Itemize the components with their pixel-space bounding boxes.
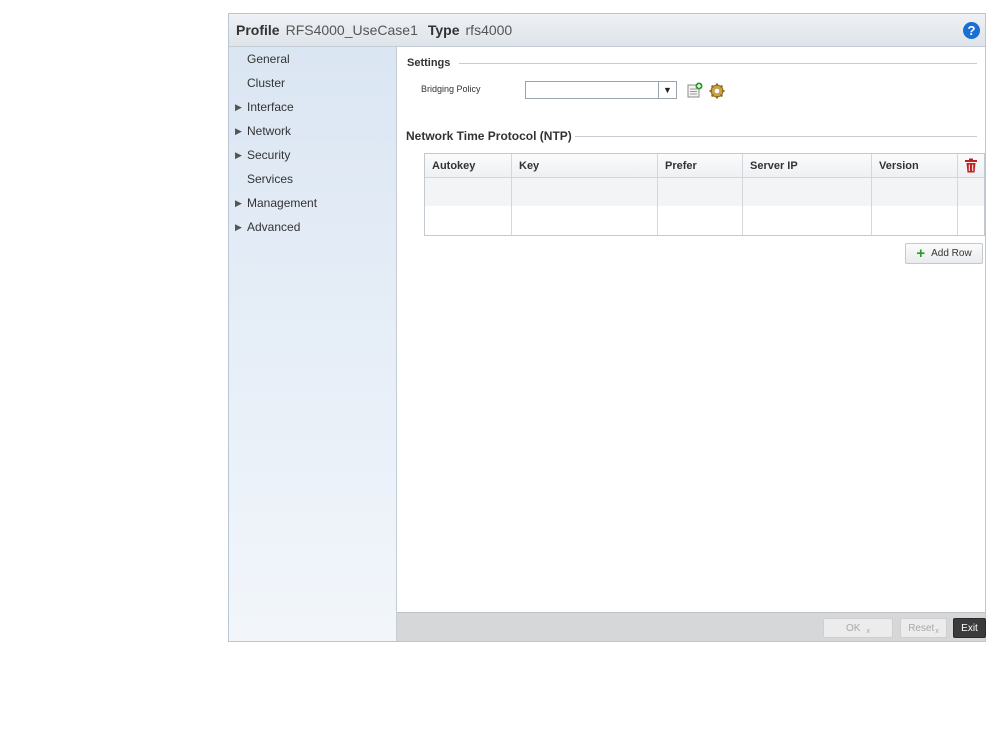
column-header-autokey[interactable]: Autokey <box>425 154 512 178</box>
sidebar-item-general[interactable]: General <box>229 47 396 71</box>
sidebar-item-label: Network <box>247 124 292 138</box>
settings-title: Settings <box>407 57 451 69</box>
ntp-table: Autokey Key Prefer Server IP Version <box>424 153 985 236</box>
ok-close-mark: x <box>866 627 870 635</box>
expand-arrow-icon[interactable]: ▶ <box>235 150 247 161</box>
create-policy-icon[interactable] <box>687 82 703 98</box>
sidebar-item-label: Services <box>247 172 294 186</box>
table-row <box>425 206 984 234</box>
bridging-policy-label: Bridging Policy <box>421 84 481 94</box>
sidebar: General Cluster ▶ Interface ▶ Network ▶ … <box>229 47 397 641</box>
sidebar-item-network[interactable]: ▶ Network <box>229 119 396 143</box>
sidebar-item-services[interactable]: Services <box>229 167 396 191</box>
sidebar-item-security[interactable]: ▶ Security <box>229 143 396 167</box>
sidebar-item-management[interactable]: ▶ Management <box>229 191 396 215</box>
column-divider <box>511 154 512 235</box>
main-panel: Settings Bridging Policy ▼ Network Time … <box>397 47 985 613</box>
column-header-server-ip[interactable]: Server IP <box>743 154 872 178</box>
bridging-policy-select[interactable]: ▼ <box>525 81 677 99</box>
column-divider <box>957 154 958 235</box>
type-label: Type <box>427 22 460 38</box>
column-divider <box>657 154 658 235</box>
reset-label: Reset <box>908 622 935 634</box>
table-row <box>425 178 984 206</box>
reset-close-mark: x <box>935 627 939 635</box>
profile-dialog: Profile RFS4000_UseCase1 Type rfs4000 ? … <box>228 13 986 642</box>
bridging-policy-value <box>526 87 530 98</box>
delete-column-header <box>958 154 984 178</box>
sidebar-item-advanced[interactable]: ▶ Advanced <box>229 215 396 239</box>
ok-button[interactable]: OK x <box>823 618 893 638</box>
profile-value: RFS4000_UseCase1 <box>285 22 418 38</box>
column-divider <box>742 154 743 235</box>
type-value: rfs4000 <box>465 22 513 38</box>
sidebar-item-interface[interactable]: ▶ Interface <box>229 95 396 119</box>
sidebar-item-label: Management <box>247 196 318 210</box>
ntp-divider <box>575 136 977 137</box>
profile-label: Profile <box>236 22 280 38</box>
column-header-key[interactable]: Key <box>512 154 658 178</box>
help-icon[interactable]: ? <box>963 22 980 39</box>
sidebar-item-label: Interface <box>247 100 294 114</box>
column-header-version[interactable]: Version <box>872 154 958 178</box>
expand-arrow-icon[interactable]: ▶ <box>235 222 247 233</box>
dialog-footer: OK x Reset x Exit <box>397 612 986 641</box>
sidebar-item-cluster[interactable]: Cluster <box>229 71 396 95</box>
plus-icon: + <box>916 245 926 262</box>
ok-label: OK <box>846 622 861 634</box>
expand-arrow-icon[interactable]: ▶ <box>235 198 247 209</box>
settings-divider <box>459 63 977 64</box>
dialog-header: Profile RFS4000_UseCase1 Type rfs4000 ? <box>229 14 985 47</box>
trash-icon[interactable] <box>964 158 978 173</box>
exit-button[interactable]: Exit <box>953 618 986 638</box>
gear-icon[interactable] <box>709 83 725 99</box>
dropdown-arrow-icon[interactable]: ▼ <box>658 82 676 98</box>
add-row-button[interactable]: + Add Row <box>905 243 983 264</box>
column-header-prefer[interactable]: Prefer <box>658 154 743 178</box>
sidebar-item-label: Cluster <box>247 76 286 90</box>
reset-button[interactable]: Reset x <box>900 618 947 638</box>
sidebar-item-label: Security <box>247 148 291 162</box>
ntp-title: Network Time Protocol (NTP) <box>406 129 572 143</box>
sidebar-item-label: Advanced <box>247 220 301 234</box>
sidebar-item-label: General <box>247 52 290 66</box>
column-divider <box>871 154 872 235</box>
expand-arrow-icon[interactable]: ▶ <box>235 102 247 113</box>
add-row-label: Add Row <box>931 248 972 259</box>
expand-arrow-icon[interactable]: ▶ <box>235 126 247 137</box>
